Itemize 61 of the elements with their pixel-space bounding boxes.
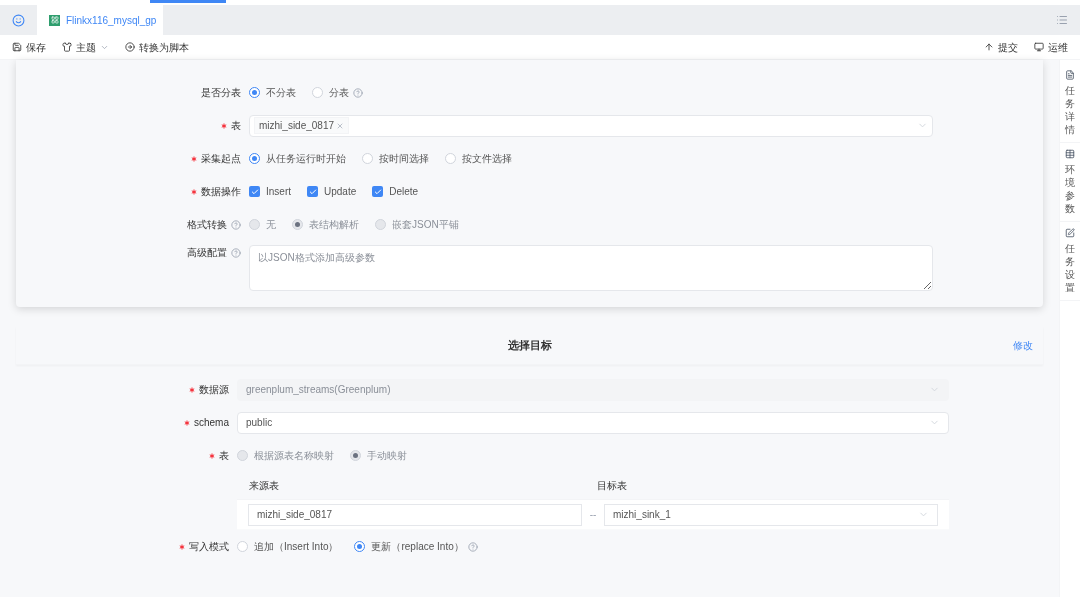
checkbox[interactable] — [249, 186, 260, 197]
checkbox-label[interactable]: Update — [324, 184, 357, 199]
toolbar-button[interactable]: 运维 — [1034, 39, 1068, 55]
config-textarea[interactable]: 以JSON格式添加高级参数 — [249, 245, 933, 291]
radio-label[interactable]: 不分表 — [266, 85, 296, 100]
toolbar-button[interactable]: 提交 — [984, 39, 1018, 55]
toolbar-button[interactable]: 主题 — [62, 39, 109, 55]
target-table-select[interactable]: mizhi_sink_1 — [604, 503, 938, 526]
toolbar-button[interactable]: 保存 — [12, 39, 46, 55]
radio-button[interactable] — [249, 153, 260, 164]
ops-icon — [1034, 42, 1044, 52]
field-label: 数据操作 — [201, 185, 241, 199]
checkbox-label[interactable]: Delete — [389, 184, 419, 199]
env-icon — [1065, 149, 1075, 159]
menu-icon[interactable] — [1056, 14, 1068, 26]
radio-label[interactable]: 从任务运行时开始 — [266, 151, 346, 166]
column-header: 来源表 — [248, 479, 280, 493]
field-label: 采集起点 — [201, 152, 241, 166]
field-label: 高级配置 — [187, 246, 227, 260]
theme-icon — [62, 42, 72, 52]
field-label: 格式转换 — [187, 218, 227, 232]
source-table-field[interactable]: mizhi_side_0817 — [248, 503, 582, 526]
radio-label[interactable]: 按时间选择 — [379, 151, 429, 166]
close-icon[interactable] — [336, 121, 345, 130]
field-label: 写入模式 — [189, 540, 229, 554]
field-label: 数据源 — [199, 383, 229, 397]
column-header: 目标表 — [596, 479, 627, 493]
sidebar-tab[interactable]: 环境参数 — [1060, 143, 1080, 222]
settings-icon — [1065, 228, 1075, 238]
checkbox[interactable] — [372, 186, 384, 197]
checkbox[interactable] — [307, 186, 318, 197]
field-label: 是否分表 — [201, 86, 241, 100]
field-label: 表 — [231, 119, 241, 133]
task-icon — [49, 14, 60, 26]
help-icon[interactable] — [231, 219, 241, 230]
select-field[interactable]: public — [237, 411, 949, 434]
field-label: schema — [194, 416, 229, 430]
submit-icon — [984, 42, 994, 52]
radio-button[interactable] — [354, 541, 366, 552]
section-title: 选择目标 — [507, 338, 552, 354]
tag-select[interactable]: mizhi_side_0817 — [249, 114, 933, 137]
radio-label[interactable]: 按文件选择 — [462, 151, 512, 166]
separator: -- — [588, 508, 598, 522]
radio-label[interactable]: 更新（replace Into） — [371, 539, 464, 554]
save-icon — [12, 42, 22, 52]
checkbox-label[interactable]: Insert — [266, 184, 291, 199]
sidebar-tab[interactable]: 任务详情 — [1060, 64, 1080, 143]
field-label: 表 — [219, 449, 229, 463]
radio-label[interactable]: 分表 — [329, 85, 349, 100]
task-tab[interactable]: Flinkx116_mysql_gp — [37, 5, 163, 35]
edit-link[interactable]: 修改 — [1013, 338, 1033, 353]
radio-label[interactable]: 追加（Insert Into） — [254, 539, 339, 554]
help-icon[interactable] — [467, 541, 478, 552]
details-icon — [1065, 70, 1075, 80]
convert-icon — [125, 42, 135, 52]
tag: mizhi_side_0817 — [254, 117, 350, 134]
help-icon[interactable] — [353, 87, 363, 98]
toolbar-button[interactable]: 转换为脚本 — [125, 39, 189, 55]
help-icon[interactable] — [231, 247, 241, 258]
sidebar-tab[interactable]: 任务设置 — [1060, 222, 1080, 301]
radio-button[interactable] — [249, 87, 260, 98]
